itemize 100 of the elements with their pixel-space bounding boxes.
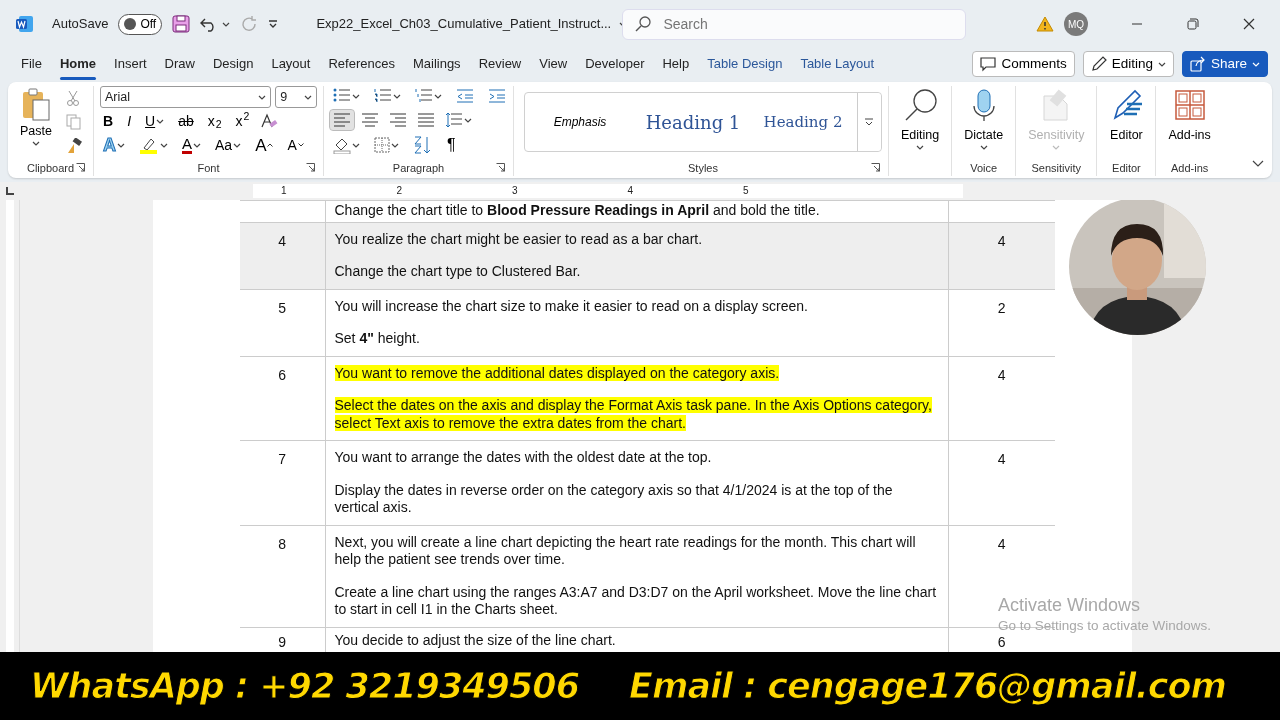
format-painter-icon[interactable] bbox=[65, 138, 82, 154]
points-value: 2 bbox=[948, 289, 1055, 356]
dialog-launcher-icon[interactable] bbox=[871, 162, 880, 172]
search-box[interactable]: Search bbox=[622, 8, 967, 40]
search-icon bbox=[635, 16, 652, 32]
up-caret-icon bbox=[267, 143, 274, 147]
editing-mode-button[interactable]: Editing bbox=[1082, 51, 1174, 77]
style-option[interactable]: Emphasis bbox=[525, 113, 635, 131]
menu-tab[interactable]: Layout bbox=[262, 50, 320, 78]
menu-tab[interactable]: Review bbox=[469, 50, 531, 78]
contact-phone: WhatsApp : +92 3219349506 bbox=[30, 664, 579, 708]
clear-formatting-icon[interactable] bbox=[260, 113, 279, 129]
search-field[interactable]: Search bbox=[661, 12, 942, 36]
row-number: 6 bbox=[240, 356, 325, 441]
align-left-icon bbox=[333, 112, 351, 128]
pencil-icon bbox=[1090, 56, 1107, 72]
italic-button[interactable]: I bbox=[124, 112, 134, 130]
font-color-button[interactable]: A bbox=[179, 134, 204, 156]
menu-tab[interactable]: Home bbox=[50, 50, 106, 78]
grow-font-button[interactable]: A bbox=[252, 134, 277, 156]
paste-button[interactable]: Paste bbox=[14, 86, 58, 154]
group-label: Font bbox=[197, 160, 220, 176]
comments-button[interactable]: Comments bbox=[972, 51, 1075, 77]
instruction-text: Next, you will create a line chart depicting the heart rate readings for the month. This chart will help the patient see trends over time. bbox=[334, 533, 917, 569]
shrink-font-button[interactable]: A bbox=[284, 136, 307, 154]
row-number: 7 bbox=[240, 440, 325, 525]
numbered-list-icon bbox=[374, 88, 392, 104]
activation-title: Activate Windows bbox=[998, 594, 1142, 616]
align-center-icon bbox=[361, 112, 379, 128]
ruler-number: 5 bbox=[743, 184, 749, 198]
autosave-toggle[interactable]: Off bbox=[118, 13, 163, 35]
menu-tab[interactable]: Table Design bbox=[698, 50, 792, 78]
font-name-field[interactable]: Arial bbox=[100, 86, 272, 108]
copy-icon bbox=[65, 114, 82, 130]
word-logo-icon bbox=[16, 15, 34, 33]
caret-icon bbox=[193, 142, 201, 148]
save-icon[interactable] bbox=[172, 15, 191, 33]
subscript-button[interactable]: x$_{2}$ bbox=[204, 112, 225, 130]
restore-icon[interactable] bbox=[1187, 18, 1199, 30]
share-button[interactable]: Share bbox=[1181, 51, 1268, 77]
style-option[interactable]: Heading 1 bbox=[635, 108, 751, 136]
instruction-text: Display the dates in reverse order on the category axis so that 4/1/2024 is at the top of the vertical axis. bbox=[334, 481, 894, 517]
points-value: 4 bbox=[948, 440, 1055, 525]
caret-icon bbox=[304, 94, 312, 100]
menu-tab[interactable]: View bbox=[530, 50, 577, 78]
group-label: Styles bbox=[688, 160, 718, 176]
menu-tab[interactable]: Draw bbox=[155, 50, 204, 78]
change-case-button[interactable]: Aa bbox=[212, 136, 245, 154]
caret-icon bbox=[393, 93, 401, 99]
menu-tab[interactable]: Mailings bbox=[403, 50, 470, 78]
account-avatar[interactable]: MQ bbox=[1064, 12, 1088, 36]
menu-tab[interactable]: Developer bbox=[576, 50, 654, 78]
show-formatting-button[interactable]: ¶ bbox=[444, 135, 459, 155]
strikethrough-button[interactable]: ab bbox=[175, 112, 197, 130]
menu-tab[interactable]: Help bbox=[653, 50, 699, 78]
instruction-text: Set 4" height. bbox=[334, 330, 421, 348]
menu-tab[interactable]: Insert bbox=[105, 50, 156, 78]
instruction-text: You realize the chart might be easier to read as a bar chart. bbox=[334, 230, 704, 248]
font-size-field[interactable]: 9 bbox=[275, 86, 317, 108]
add-ins-button[interactable]: Add-ins bbox=[1162, 86, 1217, 147]
menu-tab[interactable]: File bbox=[12, 50, 51, 78]
caret-icon bbox=[233, 142, 242, 148]
editing-button[interactable]: Editing bbox=[895, 86, 946, 152]
instruction-text: Create a line chart using the ranges A3:A7 and D3:D7 on the April worksheet. Move the line chart to start in cell I1 in the Charts sheet. bbox=[334, 583, 938, 619]
group-label: Paragraph bbox=[392, 160, 445, 176]
group-label: Sensitivity bbox=[1031, 160, 1082, 176]
caret-icon bbox=[464, 117, 472, 123]
caret-icon bbox=[1252, 61, 1260, 67]
ruler-number: 1 bbox=[281, 184, 287, 198]
bold-button[interactable]: B bbox=[100, 112, 117, 130]
instruction-text: Select the dates on the axis and display the Format Axis task pane. In the Axis Options category, select Text axis to remove the extra dates from the chart. bbox=[334, 397, 933, 432]
tab-selector-icon[interactable] bbox=[5, 186, 15, 196]
increase-indent-icon bbox=[488, 88, 506, 104]
close-icon[interactable] bbox=[1243, 18, 1255, 30]
borders-icon bbox=[374, 137, 390, 153]
down-caret-icon bbox=[297, 143, 304, 147]
dictate-button[interactable]: Dictate bbox=[958, 86, 1010, 152]
instruction-text: Change the chart title to Blood Pressure Readings in April and bold the title. bbox=[334, 202, 821, 220]
dialog-launcher-icon[interactable] bbox=[306, 162, 315, 172]
warning-icon[interactable] bbox=[1036, 16, 1054, 32]
customize-icon[interactable] bbox=[268, 19, 279, 29]
menu-tab[interactable]: Design bbox=[203, 50, 263, 78]
line-spacing-icon bbox=[445, 112, 463, 128]
caret-icon bbox=[434, 93, 442, 99]
dialog-launcher-icon[interactable] bbox=[76, 162, 85, 172]
menu-tab[interactable]: Table Layout bbox=[791, 50, 884, 78]
caret-icon bbox=[222, 21, 231, 27]
underline-button[interactable]: U bbox=[142, 112, 168, 130]
contact-email: Email : cengage176@gmail.com bbox=[629, 664, 1226, 708]
editor-button[interactable]: Editor bbox=[1103, 86, 1150, 147]
autosave-label: AutoSave bbox=[52, 15, 109, 34]
document-title: Exp22_Excel_Ch03_Cumulative_Patient_Instruct... bbox=[316, 15, 612, 34]
group-label: Editor bbox=[1112, 160, 1141, 176]
superscript-button[interactable]: x$^{2}$ bbox=[232, 112, 253, 130]
caret-icon bbox=[1052, 144, 1061, 150]
style-option[interactable]: Heading 2 bbox=[751, 110, 855, 134]
dialog-launcher-icon[interactable] bbox=[496, 162, 505, 172]
collapse-ribbon-icon[interactable] bbox=[1252, 160, 1264, 168]
align-right-icon bbox=[389, 112, 407, 128]
menu-tab[interactable]: References bbox=[319, 50, 404, 78]
